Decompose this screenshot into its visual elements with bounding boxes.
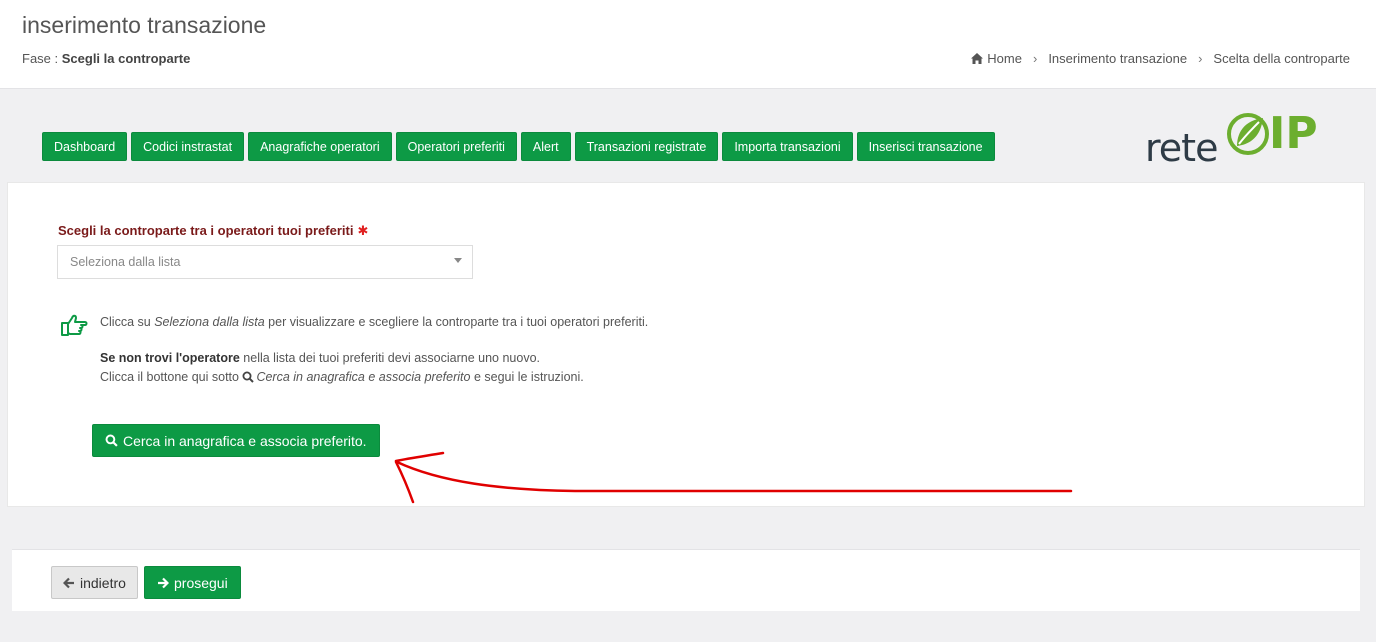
counterparty-label: Scegli la controparte tra i operatori tu… [58, 223, 368, 239]
phase-label: Fase : [22, 51, 59, 66]
nav-codici-intrastat[interactable]: Codici instrastat [131, 132, 245, 161]
hand-pointing-right-icon [61, 314, 88, 336]
help-line-3c: e segui le istruzioni. [470, 370, 584, 384]
help-line-2-rest: nella lista dei tuoi preferiti devi asso… [239, 351, 540, 365]
nav-operatori-preferiti[interactable]: Operatori preferiti [395, 132, 517, 161]
content-panel: Scegli la controparte tra i operatori tu… [7, 182, 1365, 507]
arrow-left-icon [63, 577, 74, 588]
back-button[interactable]: indietro [51, 566, 138, 599]
search-associate-button[interactable]: Cerca in anagrafica e associa preferito. [92, 424, 380, 457]
logo: rete IP [1145, 108, 1325, 170]
help-line-3b: Cerca in anagrafica e associa preferito [256, 370, 471, 384]
next-label: prosegui [174, 574, 228, 591]
phase-value: Scegli la controparte [61, 51, 191, 66]
nav-importa-transazioni[interactable]: Importa transazioni [722, 132, 853, 161]
breadcrumb-inserimento[interactable]: Inserimento transazione [1048, 51, 1187, 66]
nav-transazioni-registrate[interactable]: Transazioni registrate [574, 132, 719, 161]
help-line-3: Clicca il bottone qui sotto Cerca in ana… [100, 370, 584, 384]
leaf-icon [1227, 113, 1269, 155]
phase-indicator: Fase : Scegli la controparte [22, 51, 190, 66]
search-icon [242, 371, 255, 383]
arrow-right-icon [158, 577, 169, 588]
help-line-2-bold: Se non trovi l'operatore [100, 351, 240, 365]
next-button[interactable]: prosegui [144, 566, 241, 599]
help-line-1c: per visualizzare e scegliere la contropa… [264, 315, 649, 329]
help-line-1a: Clicca su [100, 315, 155, 329]
help-line-1: Clicca su Seleziona dalla lista per visu… [100, 315, 648, 329]
chevron-right-icon: › [1198, 51, 1203, 66]
caret-down-icon [454, 258, 462, 263]
counterparty-select[interactable]: Seleziona dalla lista [57, 245, 473, 279]
counterparty-label-text: Scegli la controparte tra i operatori tu… [58, 223, 354, 238]
back-label: indietro [80, 574, 126, 591]
nav-dashboard[interactable]: Dashboard [42, 132, 128, 161]
chevron-right-icon: › [1032, 51, 1038, 66]
select-placeholder: Seleziona dalla lista [70, 255, 181, 269]
help-line-3a: Clicca il bottone qui sotto [100, 370, 243, 384]
nav-inserisci-transazione[interactable]: Inserisci transazione [856, 132, 995, 161]
search-icon [105, 434, 118, 447]
breadcrumb-current: Scelta della controparte [1213, 51, 1350, 66]
home-icon [971, 53, 984, 64]
nav-anagrafiche-operatori[interactable]: Anagrafiche operatori [248, 132, 392, 161]
breadcrumb: Home › Inserimento transazione › Scelta … [971, 51, 1350, 66]
help-line-2: Se non trovi l'operatore nella lista dei… [100, 351, 540, 365]
logo-text-rete: rete [1145, 126, 1218, 170]
page-header: inserimento transazione Fase : Scegli la… [0, 0, 1376, 89]
main-nav: Dashboard Codici instrastat Anagrafiche … [42, 132, 995, 161]
search-associate-label: Cerca in anagrafica e associa preferito. [123, 432, 367, 449]
help-line-1b: Seleziona dalla lista [154, 315, 265, 329]
breadcrumb-home[interactable]: Home [987, 51, 1022, 66]
logo-text-ip: IP [1269, 108, 1318, 159]
page-title: inserimento transazione [22, 12, 267, 38]
nav-alert[interactable]: Alert [520, 132, 571, 161]
footer-bar: indietro prosegui [12, 549, 1360, 611]
required-icon: ✱ [357, 223, 369, 238]
